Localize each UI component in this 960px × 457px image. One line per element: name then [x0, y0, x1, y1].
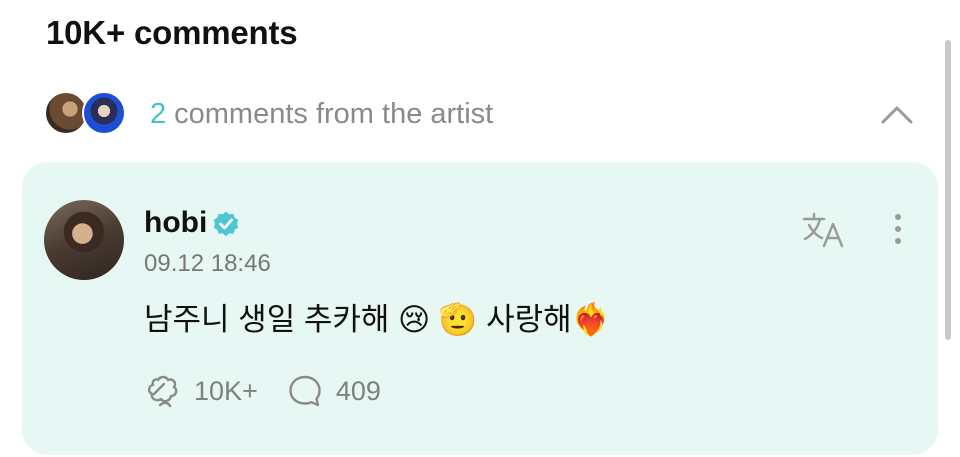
more-vertical-icon[interactable]	[886, 210, 910, 250]
translate-icon[interactable]	[800, 210, 848, 250]
artist-comments-text: comments from the artist	[174, 97, 494, 130]
chevron-up-icon[interactable]	[880, 98, 914, 132]
username[interactable]: hobi	[144, 206, 207, 240]
artist-comment-count: 2	[150, 97, 167, 130]
reply-count: 409	[335, 375, 381, 406]
artist-avatar	[82, 91, 126, 135]
reply-button[interactable]: 409	[286, 372, 381, 410]
reply-icon	[289, 375, 321, 407]
scrollbar[interactable]	[945, 40, 951, 340]
artist-comment-card: hobi 09.12 18:46 남주니 생일 추카해 😢 🫡 사랑해❤️‍🔥	[22, 162, 938, 455]
verified-badge-icon	[213, 211, 239, 237]
like-button[interactable]: 10K+	[144, 372, 258, 410]
comments-header-title: 10K+ comments	[46, 14, 298, 51]
like-icon	[147, 375, 178, 408]
comment-text: 남주니 생일 추카해 😢 🫡 사랑해❤️‍🔥	[144, 302, 611, 337]
avatar[interactable]	[44, 200, 124, 280]
artist-avatars	[44, 91, 136, 137]
like-count: 10K+	[194, 375, 258, 406]
comment-actions: 10K+ 409	[144, 372, 409, 410]
artist-comments-label: 2 comments from the artist	[150, 98, 493, 131]
comment-timestamp: 09.12 18:46	[144, 250, 271, 277]
artist-comments-toggle[interactable]: 2 comments from the artist	[44, 90, 924, 138]
